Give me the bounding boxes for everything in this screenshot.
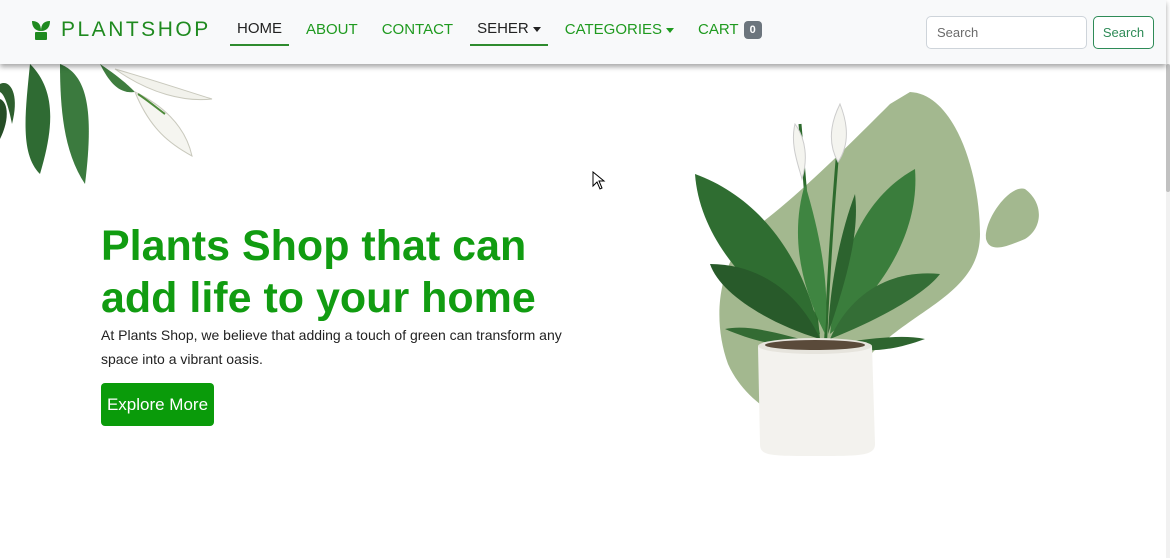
caret-down-icon [532, 27, 541, 32]
nav-home[interactable]: HOME [230, 14, 289, 46]
seedling-icon [32, 21, 50, 40]
explore-more-button[interactable]: Explore More [101, 383, 214, 426]
nav-contact-label: CONTACT [381, 21, 454, 38]
cart-count-badge: 0 [743, 21, 762, 39]
navbar: PLANTSHOP HOME ABOUT CONTACT SEHER CATEG… [0, 0, 1166, 64]
nav-cart[interactable]: CART 0 [691, 14, 769, 46]
nav-categories-label: CATEGORIES [564, 21, 663, 38]
search-input[interactable] [926, 16, 1087, 49]
nav-cart-label: CART [698, 21, 739, 38]
potted-plant-image [695, 92, 1039, 456]
search-button[interactable]: Search [1093, 16, 1154, 49]
caret-down-icon [666, 28, 675, 33]
nav-home-label: HOME [237, 20, 282, 37]
hero-title: Plants Shop that can add life to your ho… [101, 222, 536, 322]
nav-seher-label: SEHER [477, 20, 529, 37]
nav-about[interactable]: ABOUT [299, 14, 365, 46]
decorative-leaves-image [0, 64, 213, 184]
scrollbar-thumb[interactable] [1166, 64, 1170, 192]
brand-logo[interactable]: PLANTSHOP [31, 18, 211, 42]
page-scrollbar[interactable] [1166, 64, 1170, 558]
hero-description: At Plants Shop, we believe that adding a… [101, 327, 562, 367]
brand-name: PLANTSHOP [61, 18, 211, 41]
mouse-cursor-icon [592, 171, 606, 190]
main-nav: HOME ABOUT CONTACT SEHER CATEGORIES CART… [230, 14, 769, 46]
nav-seher-dropdown[interactable]: SEHER [470, 14, 548, 46]
nav-categories-dropdown[interactable]: CATEGORIES [558, 14, 681, 46]
nav-contact[interactable]: CONTACT [375, 14, 460, 46]
nav-about-label: ABOUT [306, 21, 358, 38]
